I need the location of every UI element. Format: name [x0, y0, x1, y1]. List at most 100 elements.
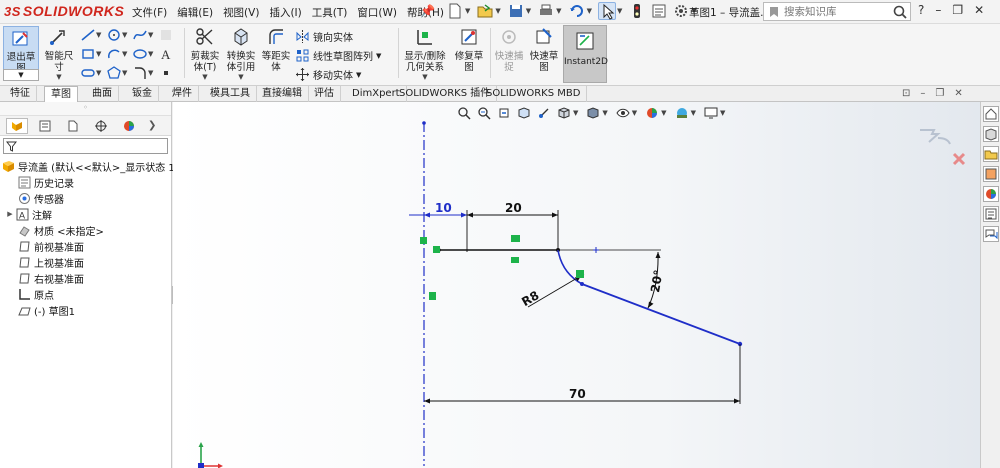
chevron-down-icon[interactable]: ▼ — [617, 7, 622, 15]
undo-icon[interactable] — [568, 2, 586, 20]
tree-item-front-plane[interactable]: 前视基准面 — [0, 238, 171, 254]
smart-dimension-button[interactable]: 智能尺寸 ▼ — [42, 26, 76, 81]
point-tool[interactable] — [158, 64, 182, 82]
chevron-down-icon[interactable]: ▼ — [376, 52, 381, 60]
search-input[interactable] — [784, 5, 892, 18]
tab-sketch[interactable]: 草图 — [44, 86, 78, 102]
tab-sheet-metal[interactable]: 钣金 — [126, 86, 159, 102]
dimxpert-manager-tab[interactable] — [90, 118, 112, 134]
help-icon[interactable]: ? — [918, 3, 924, 17]
home-icon[interactable] — [983, 106, 999, 122]
design-library-icon[interactable] — [983, 126, 999, 142]
line-tool[interactable]: ▼ — [80, 26, 104, 44]
tree-filter[interactable] — [3, 138, 168, 154]
chevron-down-icon[interactable]: ▼ — [556, 7, 561, 15]
gear-icon[interactable] — [672, 2, 690, 20]
custom-properties-icon[interactable] — [983, 206, 999, 222]
sketch-canvas[interactable]: 10 20 R8 20° 70 — [173, 102, 980, 468]
arc-tool[interactable]: ▼ — [106, 45, 130, 63]
tree-item-origin[interactable]: 原点 — [0, 286, 171, 302]
move-entities-button[interactable]: 移动实体 ▼ — [295, 65, 381, 84]
pin-icon[interactable]: 📌 — [420, 4, 435, 18]
confirmation-corner[interactable] — [918, 124, 978, 174]
tree-item-annotations[interactable]: ▶ A 注解 — [0, 206, 171, 222]
display-manager-tab[interactable] — [118, 118, 140, 134]
cancel-sketch-icon[interactable] — [952, 152, 966, 166]
save-icon[interactable] — [507, 2, 525, 20]
chevron-down-icon[interactable]: ▼ — [188, 73, 222, 81]
coincident-relation-icon[interactable] — [511, 235, 520, 242]
graphics-area[interactable]: ▼ ▼ ▼ ▼ ▼ ▼ 10 20 R8 20° 70 — [173, 102, 980, 468]
menu-tools[interactable]: 工具(T) — [312, 5, 348, 20]
minimize-icon[interactable]: – — [920, 88, 925, 99]
exit-sketch-corner-icon[interactable] — [920, 129, 941, 143]
restore-icon[interactable]: ❐ — [935, 88, 944, 99]
instant2d-button[interactable]: Instant2D — [563, 25, 608, 83]
tab-mold-tools[interactable]: 模具工具 — [204, 86, 257, 102]
dimension-10[interactable]: 10 — [435, 201, 452, 215]
quick-snaps-button[interactable]: 快速捕捉 — [492, 26, 526, 73]
menu-insert[interactable]: 插入(I) — [269, 5, 301, 20]
tab-features[interactable]: 特征 — [4, 86, 37, 102]
tree-item-sketch1[interactable]: (-) 草图1 — [0, 302, 171, 318]
chevron-down-icon[interactable]: ▼ — [356, 71, 361, 79]
file-properties-icon[interactable] — [650, 2, 668, 20]
tree-root[interactable]: 导流盖 (默认<<默认>_显示状态 1>) — [0, 158, 187, 174]
mirror-entities-button[interactable]: 镜向实体 — [295, 27, 381, 46]
search-icon[interactable] — [892, 4, 908, 20]
search-box[interactable] — [763, 2, 911, 21]
chevron-right-icon[interactable]: ❯ — [148, 120, 156, 131]
configuration-manager-tab[interactable] — [62, 118, 84, 134]
close-icon[interactable]: ✕ — [974, 3, 984, 17]
tab-solidworks-mbd[interactable]: SOLIDWORKS MBD — [480, 86, 588, 102]
menu-file[interactable]: 文件(F) — [132, 5, 167, 20]
new-document-icon[interactable] — [446, 2, 464, 20]
tree-item-material[interactable]: 材质 <未指定> — [0, 222, 171, 238]
tab-weldments[interactable]: 焊件 — [166, 86, 199, 102]
rapid-sketch-button[interactable]: 快速草图 — [528, 26, 560, 73]
dimension-70[interactable]: 70 — [569, 387, 586, 401]
vertical-relation-icon[interactable] — [429, 292, 436, 300]
tab-surfaces[interactable]: 曲面 — [86, 86, 119, 102]
circle-tool[interactable]: ▼ — [106, 26, 130, 44]
chevron-down-icon[interactable]: ▼ — [526, 7, 531, 15]
text-tool[interactable]: A — [158, 45, 182, 63]
fillet-tool[interactable]: ▼ — [132, 64, 156, 82]
file-explorer-icon[interactable] — [983, 146, 999, 162]
spline-tool[interactable]: ▼ — [132, 26, 156, 44]
tree-item-top-plane[interactable]: 上视基准面 — [0, 254, 171, 270]
exit-sketch-dropdown[interactable]: ▼ — [3, 69, 39, 81]
coincident-relation-icon[interactable] — [433, 246, 440, 253]
dimension-20[interactable]: 20 — [505, 201, 522, 215]
menu-window[interactable]: 窗口(W) — [357, 5, 397, 20]
chevron-down-icon[interactable]: ▼ — [587, 7, 592, 15]
offset-entities-button[interactable]: 等距实体 — [260, 26, 292, 73]
tab-direct-editing[interactable]: 直接编辑 — [256, 86, 309, 102]
open-folder-icon[interactable] — [476, 2, 494, 20]
tree-item-sensors[interactable]: 传感器 — [0, 190, 171, 206]
trim-entities-button[interactable]: 剪裁实体(T) ▼ — [188, 26, 222, 81]
horizontal-relation-icon[interactable] — [511, 257, 519, 263]
chevron-down-icon[interactable]: ▼ — [224, 73, 258, 81]
dimension-r8[interactable]: R8 — [519, 288, 541, 309]
feature-manager-tab[interactable] — [6, 117, 28, 134]
select-arrow-icon[interactable] — [597, 2, 616, 20]
tree-item-history[interactable]: 历史记录 — [0, 174, 171, 190]
tree-item-right-plane[interactable]: 右视基准面 — [0, 270, 171, 286]
tab-evaluate[interactable]: 评估 — [308, 86, 341, 102]
sketch-point[interactable] — [422, 121, 426, 125]
forum-icon[interactable] — [983, 226, 999, 242]
traffic-light-icon[interactable] — [628, 2, 646, 20]
menu-view[interactable]: 视图(V) — [223, 5, 259, 20]
display-relations-button[interactable]: 显示/删除几何关系 ▼ — [402, 26, 448, 81]
property-manager-tab[interactable] — [34, 118, 56, 134]
linear-pattern-button[interactable]: 线性草图阵列 ▼ — [295, 46, 381, 65]
rectangle-tool[interactable]: ▼ — [80, 45, 104, 63]
polygon-tool[interactable]: ▼ — [106, 64, 130, 82]
chevron-down-icon[interactable]: ▼ — [465, 7, 470, 15]
slot-tool[interactable]: ▼ — [80, 64, 104, 82]
chevron-down-icon[interactable]: ▼ — [42, 73, 76, 81]
tangent-relation-icon[interactable] — [576, 270, 584, 278]
dimension-20-degree[interactable]: 20° — [648, 269, 666, 294]
ellipse-tool[interactable]: ▼ — [132, 45, 156, 63]
